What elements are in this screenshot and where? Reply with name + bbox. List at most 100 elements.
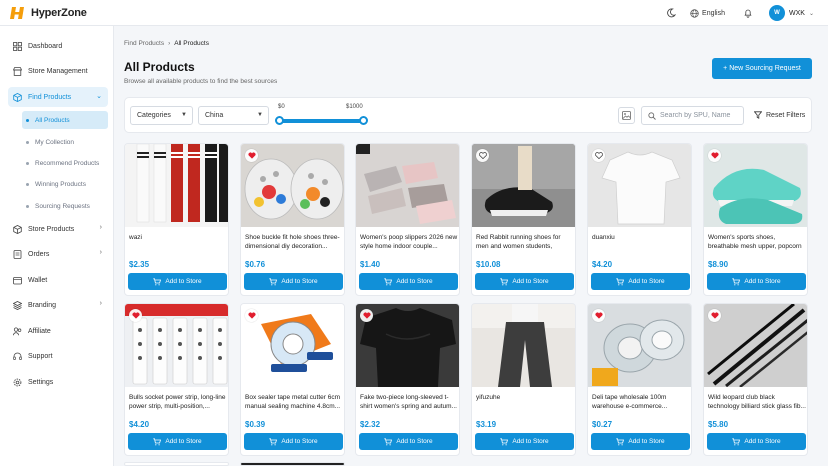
add-to-store-button[interactable]: Add to Store [244,273,343,290]
categories-select-value: Categories [137,112,171,119]
breadcrumb-parent[interactable]: Find Products [124,40,164,47]
reset-filters-button[interactable]: Reset Filters [754,111,805,119]
subnav-item-my-collection[interactable]: My Collection [22,133,108,151]
product-name: Deli tape wholesale 100m warehouse e-com… [592,394,668,410]
product-card[interactable]: Fake two-piece long-sleeved t-shirt wome… [355,303,460,456]
price-min-handle[interactable] [275,116,284,125]
product-card[interactable]: yifuzuhe $3.19 Add to Store [471,303,576,456]
sidebar-item-find-products[interactable]: Find Products ⌄ [8,87,108,107]
sidebar-item-label: Affiliate [28,327,51,335]
theme-moon-icon[interactable] [664,6,678,20]
add-to-store-button[interactable]: Add to Store [707,433,806,450]
price-range-track[interactable] [279,119,363,123]
sidebar-item-label: Dashboard [28,42,63,50]
favorite-heart-icon[interactable] [245,149,258,162]
bullet-icon [26,182,29,186]
favorite-heart-icon[interactable] [129,309,142,322]
add-to-store-button[interactable]: Add to Store [359,433,458,450]
favorite-heart-icon[interactable] [476,149,489,162]
sidebar-item-orders[interactable]: Orders › [8,244,108,264]
globe-icon [690,8,699,18]
favorite-heart-icon[interactable] [708,309,721,322]
brand-logo[interactable]: HyperZone [10,6,87,20]
bullet-icon [26,118,29,122]
product-card[interactable]: wazi $2.35 Add to Store [124,143,229,296]
add-to-store-button[interactable]: Add to Store [591,273,690,290]
product-card[interactable]: Deli tape wholesale 100m warehouse e-com… [587,303,692,456]
favorite-heart-icon[interactable] [708,149,721,162]
cart-icon [616,277,625,285]
product-price: $4.20 [592,260,613,269]
add-to-store-button[interactable]: Add to Store [591,433,690,450]
user-menu[interactable]: W WXK ⌄ [769,5,814,21]
language-selector[interactable]: English [690,8,725,18]
product-card[interactable]: duanxiu $4.20 Add to Store [587,143,692,296]
add-to-store-label: Add to Store [165,438,202,445]
product-card[interactable] [124,462,229,466]
logo-icon [10,6,24,19]
add-to-store-button[interactable]: Add to Store [128,273,227,290]
add-to-store-button[interactable]: Add to Store [244,433,343,450]
avatar: W [769,5,786,21]
product-card[interactable]: Box sealer tape metal cutter 6cm manual … [240,303,345,456]
product-image[interactable] [125,144,229,227]
product-name: wazi [129,234,143,241]
price-max-handle[interactable] [359,116,368,125]
sidebar-item-affiliate[interactable]: Affiliate [8,321,108,341]
product-card[interactable]: Women's poop slippers 2026 new style hom… [355,143,460,296]
sidebar-item-dashboard[interactable]: Dashboard [8,36,108,56]
sidebar-item-wallet[interactable]: Wallet [8,270,108,290]
add-to-store-label: Add to Store [512,438,549,445]
add-to-store-label: Add to Store [281,438,318,445]
sidebar: Dashboard Store Management Find Products… [0,26,114,466]
add-to-store-label: Add to Store [744,278,781,285]
sidebar-item-support[interactable]: Support [8,346,108,366]
add-to-store-button[interactable]: Add to Store [475,273,574,290]
product-name: Bulls socket power strip, long-line powe… [129,394,226,410]
cart-icon [500,437,509,445]
product-image[interactable] [356,144,460,227]
bell-icon[interactable] [741,6,755,20]
product-price: $2.35 [129,260,150,269]
sidebar-item-branding[interactable]: Branding › [8,295,108,315]
subnav-item-all-products[interactable]: All Products [22,111,108,129]
search-field[interactable] [641,106,744,125]
add-to-store-label: Add to Store [628,438,665,445]
product-card[interactable]: Bulls socket power strip, long-line powe… [124,303,229,456]
cart-icon [269,437,278,445]
product-card[interactable] [240,462,345,466]
favorite-heart-icon[interactable] [360,309,373,322]
subnav-item-recommend-products[interactable]: Recommend Products [22,154,108,172]
chevron-right-icon: › [99,249,102,256]
sidebar-item-store-management[interactable]: Store Management [8,61,108,81]
sidebar-item-label: Store Products [28,225,75,233]
favorite-heart-icon[interactable] [592,309,605,322]
wallet-icon [12,275,22,285]
subnav-item-sourcing-requests[interactable]: Sourcing Requests [22,197,108,215]
chevron-right-icon: › [99,224,102,231]
product-card[interactable]: Shoe buckle fit hole shoes three-dimensi… [240,143,345,296]
add-to-store-label: Add to Store [165,278,202,285]
product-card[interactable]: Women's sports shoes, breathable mesh up… [703,143,808,296]
reset-filters-label: Reset Filters [766,111,806,119]
sidebar-item-store-products[interactable]: Store Products › [8,219,108,239]
product-image[interactable] [472,304,576,387]
bullet-icon [26,140,29,144]
sidebar-item-settings[interactable]: Settings [8,372,108,392]
add-to-store-button[interactable]: Add to Store [359,273,458,290]
new-sourcing-request-button[interactable]: + New Sourcing Request [712,58,812,79]
product-card[interactable]: Red Rabbit running shoes for men and wom… [471,143,576,296]
favorite-heart-icon[interactable] [245,309,258,322]
subnav-item-winning-products[interactable]: Winning Products [22,175,108,193]
search-input[interactable] [660,112,742,119]
add-to-store-button[interactable]: Add to Store [707,273,806,290]
image-search-button[interactable] [618,107,635,124]
add-to-store-button[interactable]: Add to Store [475,433,574,450]
product-price: $0.27 [592,420,613,429]
categories-select[interactable]: Categories ▼ [130,106,193,125]
product-name: Shoe buckle fit hole shoes three-dimensi… [245,234,340,250]
product-card[interactable]: Wild leopard club black technology billi… [703,303,808,456]
add-to-store-button[interactable]: Add to Store [128,433,227,450]
country-select[interactable]: China ▼ [198,106,269,125]
favorite-heart-icon[interactable] [592,149,605,162]
